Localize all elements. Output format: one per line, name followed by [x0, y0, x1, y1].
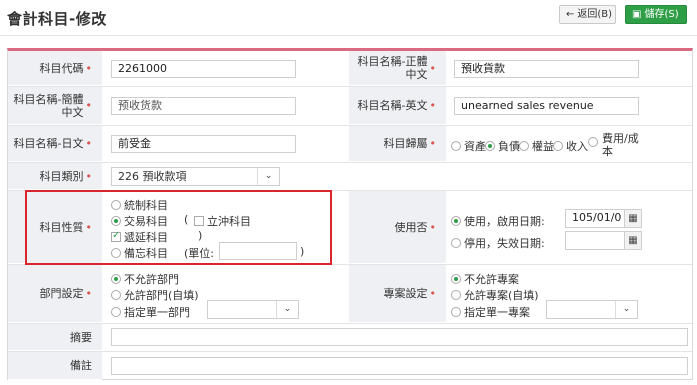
back-button[interactable]: ← 返回(B): [559, 5, 616, 24]
account-form: 科目代碼 • 2261000 科目名稱-正體中文 • 預收貨款 科目名稱-簡體中文 •…: [7, 48, 693, 380]
name-en-label: 科目名稱-英文 •: [349, 87, 446, 125]
belong-label: 科目歸屬 •: [349, 126, 446, 162]
belong-option-liability[interactable]: 負債: [485, 138, 520, 154]
checkbox-icon: [194, 216, 204, 226]
radio-icon: [111, 290, 121, 300]
radio-icon: [111, 200, 121, 210]
name-jp-input[interactable]: 前受金: [111, 135, 296, 153]
radio-selected-icon: [485, 141, 495, 151]
dept-select[interactable]: ⌄: [207, 300, 299, 319]
unit-label: (單位:: [184, 247, 214, 260]
name-jp-label: 科目名稱-日文 •: [8, 126, 102, 162]
summary-label: 摘要: [8, 324, 102, 351]
in-use-label: 使用否 •: [349, 191, 446, 264]
dept-option-none[interactable]: 不允許部門: [111, 271, 179, 287]
deferred-checkbox[interactable]: 遞延科目: [111, 229, 168, 245]
project-option-none[interactable]: 不允許專案: [451, 271, 519, 287]
calendar-icon[interactable]: ▦: [624, 231, 642, 250]
unit-input[interactable]: [219, 242, 297, 260]
name-en-input[interactable]: unearned sales revenue: [454, 97, 639, 115]
belong-option-asset[interactable]: 資產: [451, 138, 486, 154]
dept-option-allow[interactable]: 允許部門(自填): [111, 287, 199, 303]
project-option-single[interactable]: 指定單一專案: [451, 304, 530, 320]
radio-icon: [451, 141, 461, 151]
nature-option-control[interactable]: 統制科目: [111, 197, 168, 213]
chevron-down-icon: ⌄: [615, 301, 637, 318]
chevron-down-icon: ⌄: [257, 168, 279, 185]
save-button[interactable]: ▣ 儲存(S): [625, 5, 687, 24]
offset-close-paren: ): [198, 229, 203, 242]
chevron-down-icon: ⌄: [276, 301, 298, 318]
remark-label: 備註: [8, 352, 102, 380]
code-label: 科目代碼 •: [8, 51, 102, 86]
calendar-icon[interactable]: ▦: [624, 209, 642, 228]
radio-icon: [519, 141, 529, 151]
radio-selected-icon: [451, 216, 461, 226]
dept-label: 部門設定 •: [8, 265, 102, 323]
name-simp-label: 科目名稱-簡體中文 •: [8, 87, 102, 125]
project-select[interactable]: ⌄: [546, 300, 638, 319]
radio-icon: [588, 137, 598, 147]
dept-option-single[interactable]: 指定單一部門: [111, 304, 190, 320]
name-trad-label: 科目名稱-正體中文 •: [349, 51, 446, 86]
radio-selected-icon: [451, 274, 461, 284]
radio-selected-icon: [111, 216, 121, 226]
radio-selected-icon: [111, 274, 121, 284]
category-label: 科目類別 •: [8, 163, 102, 190]
in-use-option-use[interactable]: 使用，啟用日期:: [451, 213, 545, 229]
project-option-allow[interactable]: 允許專案(自填): [451, 287, 539, 303]
name-simp-input[interactable]: 预收货款: [111, 97, 296, 115]
radio-icon: [553, 141, 563, 151]
unit-close-paren: ): [300, 245, 305, 258]
offset-open-paren: (: [184, 213, 189, 226]
radio-icon: [451, 238, 461, 248]
radio-icon: [111, 307, 121, 317]
name-trad-input[interactable]: 預收貨款: [454, 60, 639, 78]
belong-option-income[interactable]: 收入: [553, 138, 588, 154]
summary-input[interactable]: [111, 328, 688, 346]
nature-option-memo[interactable]: 備忘科目: [111, 245, 168, 261]
offset-checkbox[interactable]: 立沖科目: [194, 213, 251, 229]
arrow-left-icon: ←: [566, 9, 575, 20]
checkbox-checked-icon: [111, 230, 121, 242]
belong-option-expense[interactable]: 費用/成本: [588, 132, 648, 158]
page-header: 會計科目-修改 ← 返回(B) ▣ 儲存(S): [0, 0, 697, 36]
use-date-input[interactable]: 105/01/0: [565, 209, 625, 228]
stop-date-input[interactable]: [565, 231, 625, 250]
in-use-option-stop[interactable]: 停用，失效日期:: [451, 235, 545, 251]
nature-option-trade[interactable]: 交易科目: [111, 213, 168, 229]
radio-icon: [111, 248, 121, 258]
belong-option-equity[interactable]: 權益: [519, 138, 554, 154]
radio-icon: [451, 290, 461, 300]
category-select[interactable]: 226 預收款項 ⌄: [111, 167, 280, 186]
project-label: 專案設定 •: [349, 265, 446, 323]
code-input[interactable]: 2261000: [111, 60, 296, 78]
floppy-disk-icon: ▣: [632, 9, 642, 20]
radio-icon: [451, 307, 461, 317]
remark-input[interactable]: [111, 357, 688, 375]
nature-label: 科目性質 •: [8, 191, 102, 264]
page-title: 會計科目-修改: [7, 10, 107, 28]
